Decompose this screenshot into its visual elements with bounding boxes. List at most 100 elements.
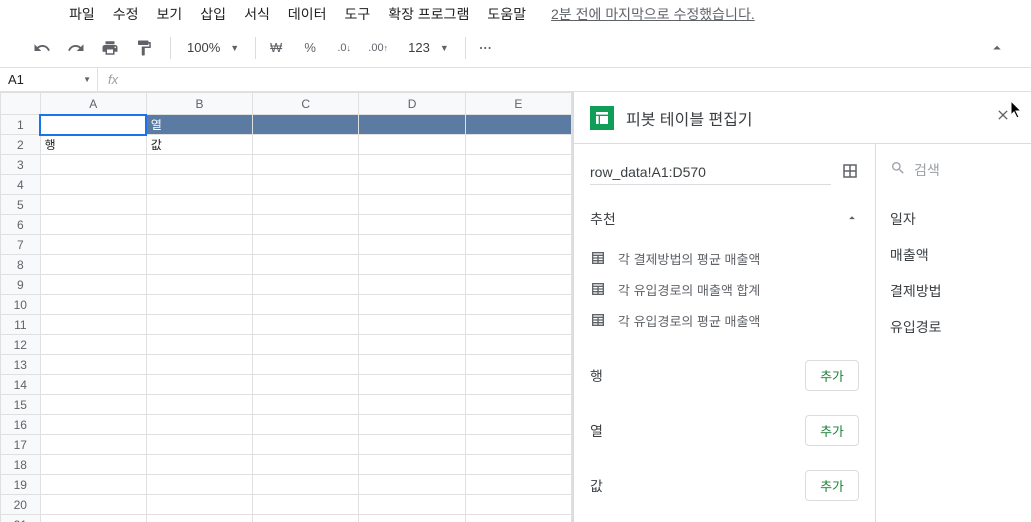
cell[interactable]	[146, 495, 252, 515]
collapse-suggestions-button[interactable]	[845, 211, 859, 228]
cell[interactable]	[253, 195, 359, 215]
add-row-button[interactable]: 추가	[805, 360, 859, 391]
cell[interactable]	[465, 435, 571, 455]
row-header[interactable]: 21	[1, 515, 41, 522]
undo-button[interactable]	[28, 34, 56, 62]
redo-button[interactable]	[62, 34, 90, 62]
cell[interactable]	[40, 475, 146, 495]
data-range-input[interactable]	[590, 160, 831, 185]
cell[interactable]	[465, 195, 571, 215]
spreadsheet-grid[interactable]: A B C D E 1 열 2 행 값 3	[0, 92, 573, 522]
field-item[interactable]: 매출액	[884, 237, 1023, 273]
cell[interactable]	[359, 455, 465, 475]
add-col-button[interactable]: 추가	[805, 415, 859, 446]
cell[interactable]	[40, 415, 146, 435]
cell[interactable]	[40, 155, 146, 175]
col-header-d[interactable]: D	[359, 93, 465, 115]
row-header[interactable]: 16	[1, 415, 41, 435]
menu-file[interactable]: 파일	[60, 0, 104, 28]
cell[interactable]	[465, 395, 571, 415]
cell[interactable]	[253, 455, 359, 475]
cell[interactable]	[146, 415, 252, 435]
print-button[interactable]	[96, 34, 124, 62]
cell[interactable]	[465, 415, 571, 435]
cell[interactable]	[146, 255, 252, 275]
cell-a1[interactable]	[40, 115, 146, 135]
cell[interactable]	[146, 215, 252, 235]
cell[interactable]	[253, 215, 359, 235]
cell[interactable]	[40, 395, 146, 415]
cell[interactable]	[465, 355, 571, 375]
cell[interactable]	[40, 235, 146, 255]
cell-b2[interactable]: 값	[146, 135, 252, 155]
cell[interactable]	[146, 475, 252, 495]
row-header[interactable]: 10	[1, 295, 41, 315]
menu-help[interactable]: 도움말	[478, 0, 535, 28]
cell[interactable]	[359, 395, 465, 415]
cell[interactable]	[40, 255, 146, 275]
row-header[interactable]: 3	[1, 155, 41, 175]
row-header[interactable]: 13	[1, 355, 41, 375]
menu-edit[interactable]: 수정	[104, 0, 148, 28]
cell[interactable]	[253, 175, 359, 195]
cell[interactable]	[359, 255, 465, 275]
cell[interactable]	[465, 495, 571, 515]
cell[interactable]	[253, 315, 359, 335]
cell[interactable]	[146, 315, 252, 335]
row-header[interactable]: 6	[1, 215, 41, 235]
increase-decimal-button[interactable]: .00↑	[364, 34, 392, 62]
cell-e1[interactable]	[465, 115, 571, 135]
cell[interactable]	[146, 175, 252, 195]
cell[interactable]	[465, 255, 571, 275]
cell[interactable]	[40, 435, 146, 455]
col-header-a[interactable]: A	[40, 93, 146, 115]
row-header[interactable]: 7	[1, 235, 41, 255]
suggestion-item[interactable]: 각 유입경로의 매출액 합계	[590, 274, 859, 305]
cell-c1[interactable]	[253, 115, 359, 135]
row-header[interactable]: 17	[1, 435, 41, 455]
cell-b1[interactable]: 열	[146, 115, 252, 135]
cell[interactable]	[40, 315, 146, 335]
cell[interactable]	[359, 335, 465, 355]
cell[interactable]	[146, 435, 252, 455]
cell[interactable]	[465, 375, 571, 395]
format-currency-button[interactable]: ₩	[262, 34, 290, 62]
cell[interactable]	[40, 515, 146, 522]
menu-data[interactable]: 데이터	[279, 0, 336, 28]
add-value-button[interactable]: 추가	[805, 470, 859, 501]
row-header[interactable]: 8	[1, 255, 41, 275]
suggestion-item[interactable]: 각 유입경로의 평균 매출액	[590, 305, 859, 336]
select-all-cell[interactable]	[1, 93, 41, 115]
cell[interactable]	[359, 435, 465, 455]
menu-tools[interactable]: 도구	[335, 0, 379, 28]
cell[interactable]	[253, 275, 359, 295]
row-header[interactable]: 1	[1, 115, 41, 135]
cell[interactable]	[359, 495, 465, 515]
cell[interactable]	[465, 335, 571, 355]
cell[interactable]	[253, 415, 359, 435]
cell[interactable]	[146, 375, 252, 395]
cell[interactable]	[253, 295, 359, 315]
cell[interactable]	[146, 295, 252, 315]
cell[interactable]	[359, 135, 465, 155]
cell[interactable]	[253, 155, 359, 175]
cell[interactable]	[359, 475, 465, 495]
row-header[interactable]: 5	[1, 195, 41, 215]
col-header-b[interactable]: B	[146, 93, 252, 115]
cell[interactable]	[146, 515, 252, 522]
cell[interactable]	[40, 195, 146, 215]
row-header[interactable]: 14	[1, 375, 41, 395]
cell[interactable]	[253, 135, 359, 155]
cell[interactable]	[359, 415, 465, 435]
suggestion-item[interactable]: 각 결제방법의 평균 매출액	[590, 243, 859, 274]
col-header-e[interactable]: E	[465, 93, 571, 115]
cell[interactable]	[465, 155, 571, 175]
row-header[interactable]: 15	[1, 395, 41, 415]
cell[interactable]	[40, 495, 146, 515]
menu-view[interactable]: 보기	[148, 0, 192, 28]
cell[interactable]	[253, 355, 359, 375]
row-header[interactable]: 9	[1, 275, 41, 295]
cell[interactable]	[359, 515, 465, 522]
cell[interactable]	[359, 295, 465, 315]
menu-extensions[interactable]: 확장 프로그램	[379, 0, 478, 28]
